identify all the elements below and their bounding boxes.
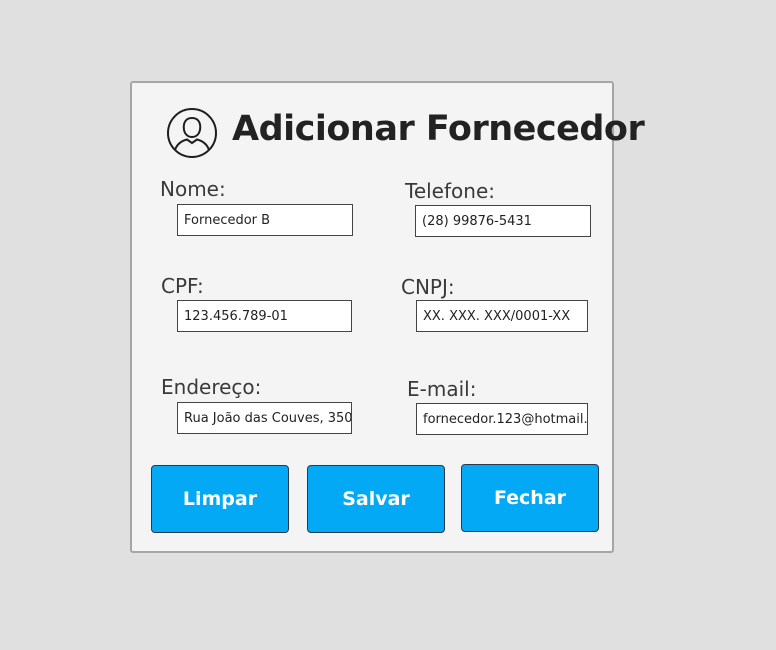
telefone-input[interactable]	[416, 206, 590, 236]
salvar-button[interactable]: Salvar	[307, 465, 445, 533]
email-input[interactable]	[417, 404, 587, 434]
email-field[interactable]	[416, 403, 588, 435]
cpf-field[interactable]	[177, 300, 352, 332]
endereco-field[interactable]	[177, 402, 352, 434]
cnpj-input[interactable]	[417, 301, 587, 331]
endereco-label: Endereço:	[161, 375, 262, 399]
user-avatar-icon	[167, 108, 217, 158]
dialog-title: Adicionar Fornecedor	[232, 109, 645, 149]
email-label: E-mail:	[407, 377, 477, 401]
nome-field[interactable]	[177, 204, 353, 236]
add-supplier-dialog: Adicionar Fornecedor Nome: Telefone: CPF…	[130, 81, 645, 553]
cpf-label: CPF:	[161, 274, 204, 298]
endereco-input[interactable]	[178, 403, 351, 433]
fechar-button[interactable]: Fechar	[461, 464, 599, 532]
cpf-input[interactable]	[178, 301, 351, 331]
telefone-label: Telefone:	[405, 179, 495, 203]
nome-input[interactable]	[178, 205, 352, 235]
limpar-button[interactable]: Limpar	[151, 465, 289, 533]
cnpj-label: CNPJ:	[401, 275, 455, 299]
nome-label: Nome:	[160, 177, 226, 201]
cnpj-field[interactable]	[416, 300, 588, 332]
telefone-field[interactable]	[415, 205, 591, 237]
